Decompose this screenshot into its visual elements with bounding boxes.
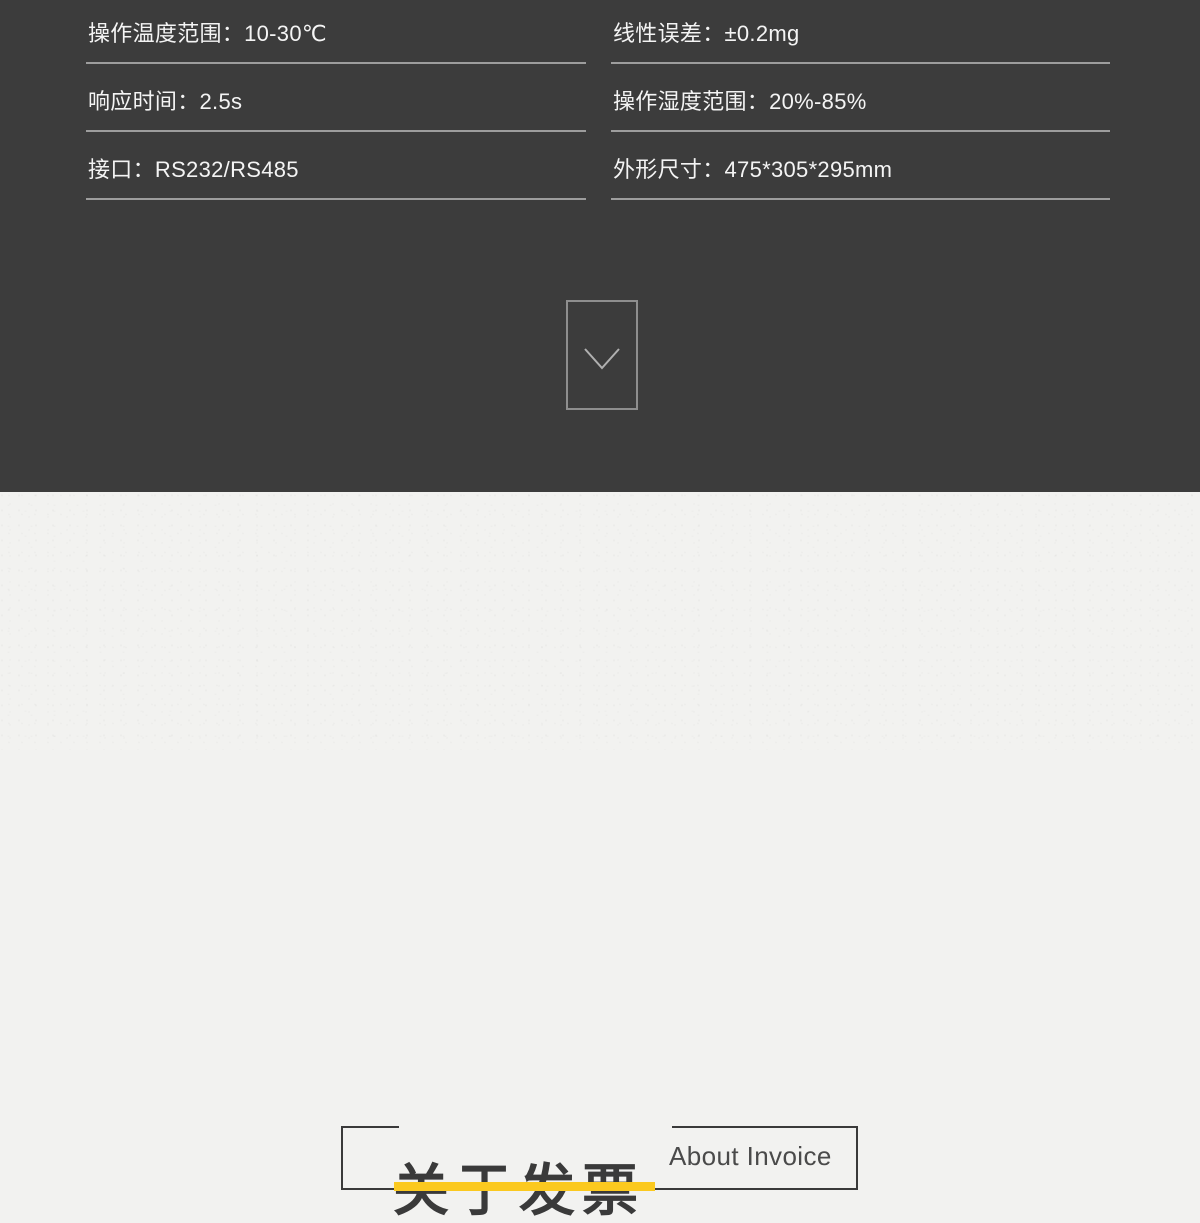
- spec-interface: 接口：RS232/RS485: [88, 157, 299, 182]
- specification-section: 操作温度范围：10-30℃ 响应时间：2.5s 接口：RS232/RS485 线…: [0, 0, 1200, 492]
- spec-row: 线性误差：±0.2mg: [611, 0, 1110, 64]
- page-root: 操作温度范围：10-30℃ 响应时间：2.5s 接口：RS232/RS485 线…: [0, 0, 1200, 1222]
- frame-right-border: [856, 1126, 858, 1190]
- spec-linearity-error: 线性误差：±0.2mg: [613, 21, 800, 46]
- frame-top-left-segment: [341, 1126, 399, 1128]
- scroll-down-button[interactable]: [566, 300, 638, 410]
- spec-row: 操作温度范围：10-30℃: [86, 0, 586, 64]
- invoice-section: 关于发票 About Invoice: [0, 492, 1200, 1222]
- section-title-english: About Invoice: [669, 1141, 832, 1171]
- chevron-down-icon: [584, 348, 620, 370]
- spec-response-time: 响应时间：2.5s: [88, 89, 243, 114]
- section-title-chinese: 关于发票: [393, 1159, 645, 1223]
- spec-operating-humidity: 操作湿度范围：20%-85%: [613, 89, 867, 114]
- spec-operating-temperature: 操作温度范围：10-30℃: [88, 21, 327, 46]
- spec-row: 响应时间：2.5s: [86, 64, 586, 132]
- spec-row: 操作湿度范围：20%-85%: [611, 64, 1110, 132]
- title-accent-underline: [394, 1182, 655, 1191]
- frame-left-border: [341, 1126, 343, 1190]
- frame-top-right-segment: [672, 1126, 858, 1128]
- spec-row: 外形尺寸：475*305*295mm: [611, 132, 1110, 200]
- spec-column-left: 操作温度范围：10-30℃ 响应时间：2.5s 接口：RS232/RS485: [86, 0, 586, 200]
- spec-row: 接口：RS232/RS485: [86, 132, 586, 200]
- spec-dimensions: 外形尺寸：475*305*295mm: [613, 157, 893, 182]
- spec-column-right: 线性误差：±0.2mg 操作湿度范围：20%-85% 外形尺寸：475*305*…: [611, 0, 1110, 200]
